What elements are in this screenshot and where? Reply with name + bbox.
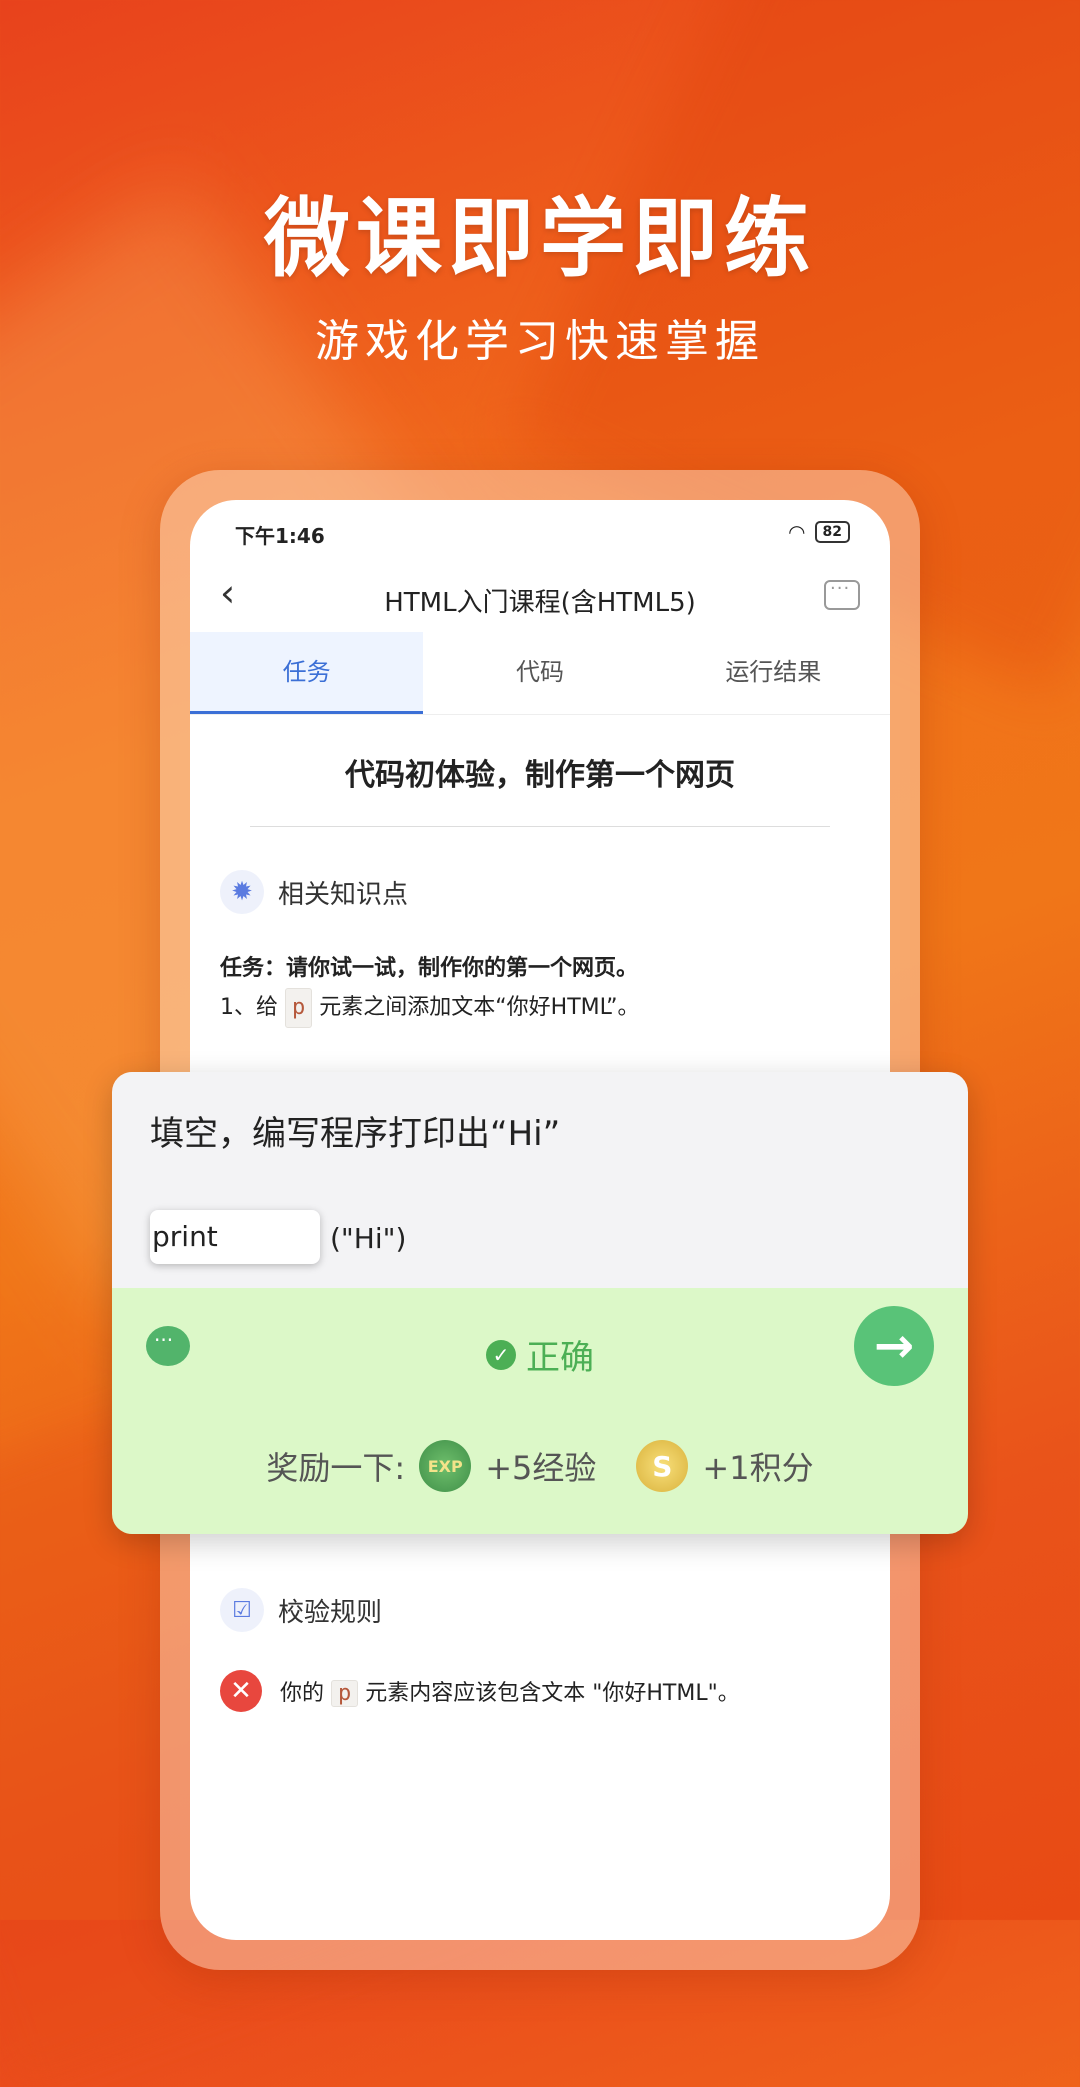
result-text: 正确 <box>526 1338 594 1378</box>
answer-input[interactable]: print <box>150 1210 320 1264</box>
rule-text: 你的 p 元素内容应该包含文本 "你好HTML"。 <box>280 1675 740 1707</box>
status-bar: 下午1:46 ◠ 82 <box>235 520 850 550</box>
knowledge-label: 相关知识点 <box>278 879 409 910</box>
task-line-suffix: 元素之间添加文本“你好HTML”。 <box>319 995 640 1020</box>
task-line: 1、给 p 元素之间添加文本“你好HTML”。 <box>220 988 860 1028</box>
rule-item: ✕ 你的 p 元素内容应该包含文本 "你好HTML"。 <box>220 1670 740 1712</box>
task-heading: 代码初体验，制作第一个网页 <box>345 758 735 793</box>
knowledge-section[interactable]: ✹ 相关知识点 <box>220 870 408 914</box>
battery-icon: 82 <box>814 521 850 543</box>
reward-label: 奖励一下: <box>266 1449 406 1487</box>
page-title: HTML入门课程(含HTML5) <box>384 588 696 618</box>
next-arrow-button[interactable]: → <box>854 1306 934 1386</box>
check-icon: ✓ <box>486 1339 516 1370</box>
points-text: +1积分 <box>702 1449 814 1487</box>
code-tag: p <box>331 1680 359 1707</box>
chat-icon[interactable] <box>824 578 860 610</box>
reward-row: 奖励一下: EXP +5经验 S +1积分 <box>112 1440 968 1492</box>
divider <box>250 826 830 827</box>
code-suffix: ("Hi") <box>330 1222 407 1255</box>
coin-icon: S <box>636 1440 689 1492</box>
wifi-icon: ◠ <box>789 520 805 544</box>
exp-text: +5经验 <box>485 1449 597 1487</box>
status-time: 下午1:46 <box>235 524 325 548</box>
result-status: ✓ 正确 <box>112 1330 968 1379</box>
rule-suffix: 元素内容应该包含文本 "你好HTML"。 <box>365 1681 740 1706</box>
rules-section: ☑ 校验规则 <box>220 1588 382 1632</box>
task-line-prefix: 1、给 <box>220 995 278 1020</box>
nav-bar: ‹ HTML入门课程(含HTML5) <box>190 570 890 630</box>
exp-icon: EXP <box>419 1440 472 1492</box>
quiz-card: 填空，编写程序打印出“Hi” print ("Hi") ✓ 正确 → 奖励一下:… <box>112 1072 968 1534</box>
rule-prefix: 你的 <box>280 1681 325 1706</box>
lightbulb-icon: ✹ <box>220 870 264 914</box>
error-icon: ✕ <box>220 1670 262 1712</box>
quiz-prompt: 填空，编写程序打印出“Hi” <box>150 1114 561 1154</box>
tab-task[interactable]: 任务 <box>190 632 424 714</box>
hero-subtitle: 游戏化学习快速掌握 <box>315 316 765 367</box>
tab-result[interactable]: 运行结果 <box>657 632 890 714</box>
checklist-icon: ☑ <box>220 1588 264 1632</box>
quiz-feedback: ✓ 正确 → 奖励一下: EXP +5经验 S +1积分 <box>112 1288 968 1534</box>
task-line: 任务：请你试一试，制作你的第一个网页。 <box>220 956 639 981</box>
task-description: 任务：请你试一试，制作你的第一个网页。 1、给 p 元素之间添加文本“你好HTM… <box>220 950 860 1028</box>
code-tag: p <box>285 988 313 1028</box>
status-icons: ◠ 82 <box>789 520 850 544</box>
rules-label: 校验规则 <box>278 1597 383 1628</box>
tab-bar: 任务 代码 运行结果 <box>190 632 890 715</box>
hero-title: 微课即学即练 <box>264 189 816 289</box>
quiz-question: 填空，编写程序打印出“Hi” print ("Hi") <box>112 1072 968 1288</box>
tab-code[interactable]: 代码 <box>423 632 656 714</box>
